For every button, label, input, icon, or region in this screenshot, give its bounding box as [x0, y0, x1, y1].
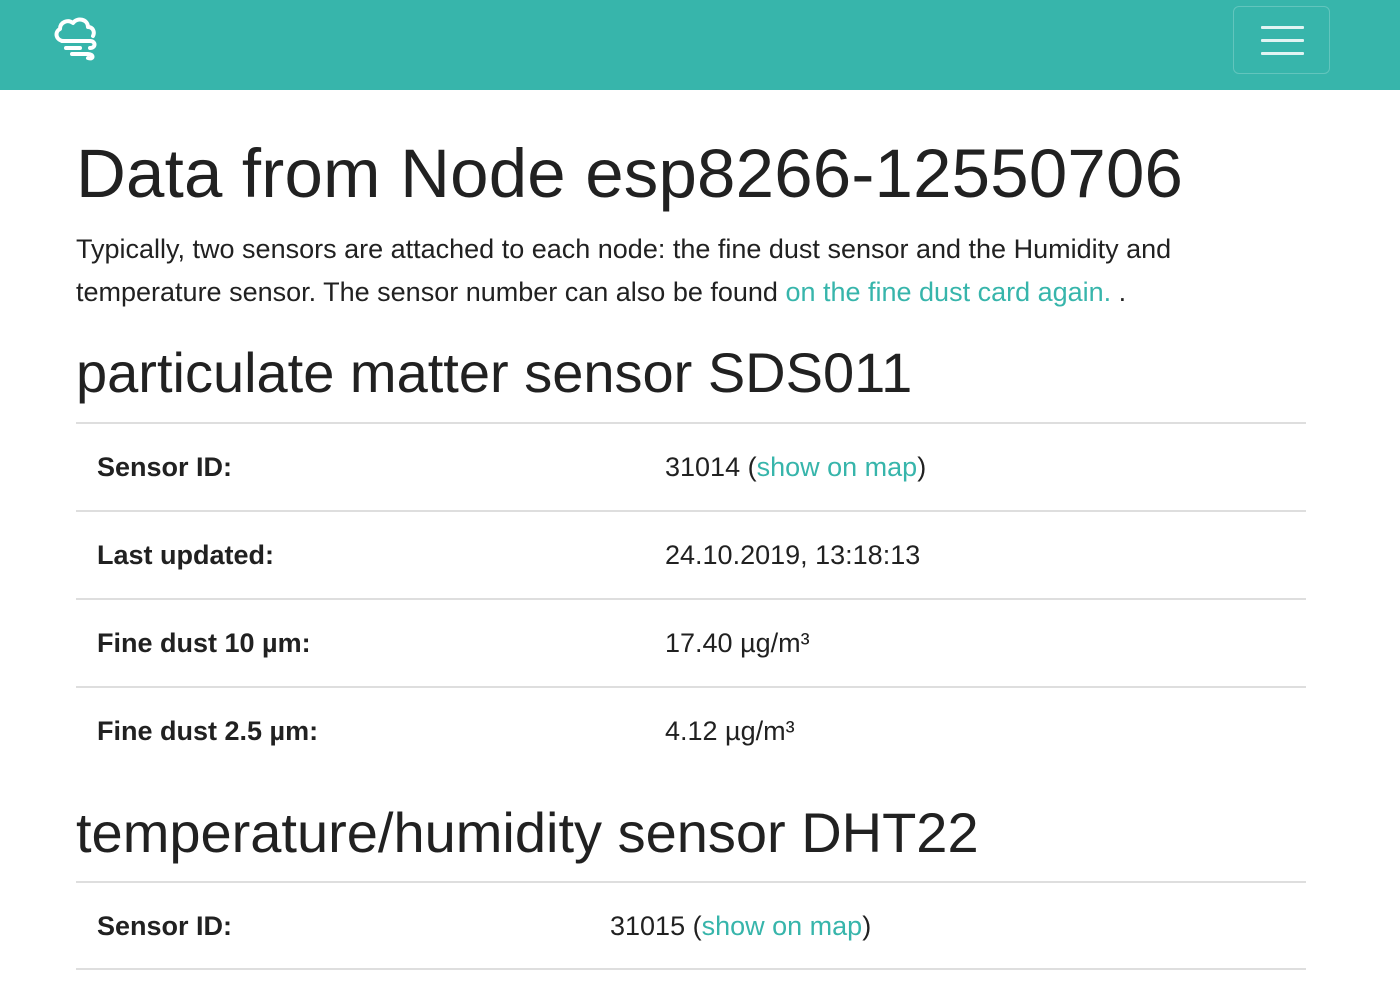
- sensor-id-value: 31015: [610, 910, 686, 941]
- table-row: Fine dust 2.5 µm: 4.12 µg/m³: [76, 686, 1306, 774]
- row-value: 4.12 µg/m³: [665, 686, 1306, 774]
- sds011-data-table: Sensor ID: 31014 (show on map) Last upda…: [76, 422, 1306, 774]
- section-title-dht22: temperature/humidity sensor DHT22: [76, 801, 979, 864]
- hamburger-menu-icon: [1261, 26, 1304, 29]
- section-title-sds011: particulate matter sensor SDS011: [76, 341, 913, 404]
- menu-toggle-button[interactable]: [1233, 6, 1330, 74]
- row-label: Fine dust 10 µm:: [76, 598, 665, 687]
- row-value: 31015 (show on map): [610, 881, 1306, 969]
- table-row: Last updated: 24.10.2019, 13:18:13: [76, 510, 1306, 599]
- show-on-map-link[interactable]: show on map: [757, 452, 918, 482]
- intro-paragraph: Typically, two sensors are attached to e…: [76, 228, 1306, 314]
- row-label: Sensor ID:: [76, 881, 610, 969]
- top-navbar: [0, 0, 1400, 90]
- show-on-map-link[interactable]: show on map: [702, 911, 863, 941]
- dht22-data-table: Sensor ID: 31015 (show on map): [76, 881, 1306, 969]
- table-row: Sensor ID: 31014 (show on map): [76, 422, 1306, 511]
- cloud-wind-icon[interactable]: [50, 14, 102, 62]
- row-label: Last updated:: [76, 510, 665, 599]
- hamburger-menu-icon: [1261, 39, 1304, 42]
- table-row: Fine dust 10 µm: 17.40 µg/m³: [76, 598, 1306, 687]
- table-row: Sensor ID: 31015 (show on map): [76, 881, 1306, 969]
- sensor-id-value: 31014: [665, 451, 741, 482]
- intro-suffix: .: [1111, 277, 1127, 307]
- divider: [76, 968, 1306, 970]
- row-value: 31014 (show on map): [665, 422, 1306, 511]
- row-value: 17.40 µg/m³: [665, 598, 1306, 687]
- row-label: Fine dust 2.5 µm:: [76, 686, 665, 774]
- row-label: Sensor ID:: [76, 422, 665, 511]
- page-title: Data from Node esp8266-12550706: [76, 135, 1184, 212]
- row-value: 24.10.2019, 13:18:13: [665, 510, 1306, 599]
- fine-dust-card-link[interactable]: on the fine dust card again.: [785, 277, 1111, 307]
- hamburger-menu-icon: [1261, 52, 1304, 55]
